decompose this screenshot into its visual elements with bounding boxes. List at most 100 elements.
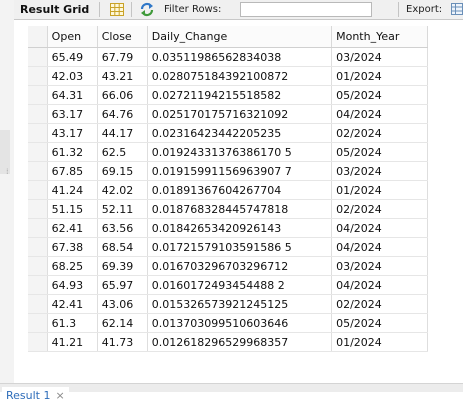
row-header[interactable]	[28, 47, 48, 67]
table-row[interactable]: 42.41 43.06 0.015326573921245125 02/2024	[28, 294, 428, 314]
month-year-cell[interactable]: 04/2024	[331, 218, 428, 238]
close-cell[interactable]: 44.17	[97, 123, 148, 143]
daily-change-cell[interactable]: 0.02721194215518582	[147, 85, 333, 105]
filter-rows-input[interactable]	[240, 2, 372, 17]
table-row[interactable]: 67.85 69.15 0.01915991156963907 7 03/2024	[28, 161, 428, 181]
close-cell[interactable]: 69.15	[97, 161, 148, 181]
daily-change-cell[interactable]: 0.013703099510603646	[147, 313, 333, 333]
row-header[interactable]	[28, 161, 48, 181]
month-year-cell[interactable]: 02/2024	[331, 123, 428, 143]
open-cell[interactable]: 41.24	[47, 180, 98, 200]
daily-change-cell[interactable]: 0.015326573921245125	[147, 294, 333, 314]
table-row[interactable]: 62.41 63.56 0.01842653420926143 04/2024	[28, 218, 428, 238]
month-year-cell[interactable]: 03/2024	[331, 47, 428, 67]
close-icon[interactable]: ×	[55, 389, 64, 402]
close-cell[interactable]: 68.54	[97, 237, 148, 257]
open-cell[interactable]: 51.15	[47, 199, 98, 219]
close-cell[interactable]: 64.76	[97, 104, 148, 124]
open-cell[interactable]: 41.21	[47, 332, 98, 352]
table-row[interactable]: 41.21 41.73 0.012618296529968357 01/2024	[28, 332, 428, 352]
open-cell[interactable]: 65.49	[47, 47, 98, 67]
close-cell[interactable]: 65.97	[97, 275, 148, 295]
month-year-cell[interactable]: 04/2024	[331, 275, 428, 295]
daily-change-cell[interactable]: 0.018768328445747818	[147, 199, 333, 219]
close-cell[interactable]: 66.06	[97, 85, 148, 105]
row-header[interactable]	[28, 180, 48, 200]
row-header[interactable]	[28, 294, 48, 314]
refresh-icon[interactable]	[139, 2, 155, 17]
row-header[interactable]	[28, 237, 48, 257]
daily-change-cell[interactable]: 0.0160172493454488 2	[147, 275, 333, 295]
open-cell[interactable]: 67.38	[47, 237, 98, 257]
month-year-cell[interactable]: 02/2024	[331, 199, 428, 219]
row-header[interactable]	[28, 332, 48, 352]
table-row[interactable]: 63.17 64.76 0.025170175716321092 04/2024	[28, 104, 428, 124]
open-cell[interactable]: 43.17	[47, 123, 98, 143]
month-year-cell[interactable]: 01/2024	[331, 66, 428, 86]
daily-change-cell[interactable]: 0.028075184392100872	[147, 66, 333, 86]
row-header[interactable]	[28, 85, 48, 105]
open-cell[interactable]: 67.85	[47, 161, 98, 181]
daily-change-cell[interactable]: 0.01915991156963907 7	[147, 161, 333, 181]
column-header-close[interactable]: Close	[97, 26, 148, 48]
row-header[interactable]	[28, 256, 48, 276]
close-cell[interactable]: 62.14	[97, 313, 148, 333]
month-year-cell[interactable]: 01/2024	[331, 180, 428, 200]
export-icon[interactable]	[451, 3, 463, 15]
month-year-cell[interactable]: 05/2024	[331, 142, 428, 162]
open-cell[interactable]: 42.03	[47, 66, 98, 86]
close-cell[interactable]: 43.21	[97, 66, 148, 86]
daily-change-cell[interactable]: 0.016703296703296712	[147, 256, 333, 276]
close-cell[interactable]: 62.5	[97, 142, 148, 162]
month-year-cell[interactable]: 03/2024	[331, 161, 428, 181]
daily-change-cell[interactable]: 0.01891367604267704	[147, 180, 333, 200]
close-cell[interactable]: 69.39	[97, 256, 148, 276]
table-row[interactable]: 42.03 43.21 0.028075184392100872 01/2024	[28, 66, 428, 86]
open-cell[interactable]: 61.3	[47, 313, 98, 333]
open-cell[interactable]: 42.41	[47, 294, 98, 314]
column-header-daily-change[interactable]: Daily_Change	[147, 26, 333, 48]
month-year-cell[interactable]: 05/2024	[331, 313, 428, 333]
row-header[interactable]	[28, 123, 48, 143]
daily-change-cell[interactable]: 0.01721579103591586 5	[147, 237, 333, 257]
row-header[interactable]	[28, 199, 48, 219]
table-row[interactable]: 43.17 44.17 0.02316423442205235 02/2024	[28, 123, 428, 143]
row-header[interactable]	[28, 275, 48, 295]
close-cell[interactable]: 42.02	[97, 180, 148, 200]
row-header[interactable]	[28, 142, 48, 162]
table-row[interactable]: 61.32 62.5 0.01924331376386170 5 05/2024	[28, 142, 428, 162]
close-cell[interactable]: 41.73	[97, 332, 148, 352]
row-header[interactable]	[28, 104, 48, 124]
close-cell[interactable]: 63.56	[97, 218, 148, 238]
open-cell[interactable]: 64.31	[47, 85, 98, 105]
result-grid-tab[interactable]: Result Grid	[20, 1, 89, 18]
daily-change-cell[interactable]: 0.01924331376386170 5	[147, 142, 333, 162]
result-tab[interactable]: Result 1 ×	[2, 387, 69, 404]
table-row[interactable]: 65.49 67.79 0.03511986562834038 03/2024	[28, 47, 428, 67]
table-row[interactable]: 67.38 68.54 0.01721579103591586 5 04/2024	[28, 237, 428, 257]
month-year-cell[interactable]: 03/2024	[331, 256, 428, 276]
open-cell[interactable]: 63.17	[47, 104, 98, 124]
daily-change-cell[interactable]: 0.01842653420926143	[147, 218, 333, 238]
month-year-cell[interactable]: 04/2024	[331, 237, 428, 257]
daily-change-cell[interactable]: 0.012618296529968357	[147, 332, 333, 352]
close-cell[interactable]: 43.06	[97, 294, 148, 314]
grid-icon[interactable]	[110, 3, 124, 16]
corner-cell[interactable]	[28, 26, 48, 48]
table-row[interactable]: 68.25 69.39 0.016703296703296712 03/2024	[28, 256, 428, 276]
open-cell[interactable]: 62.41	[47, 218, 98, 238]
resize-grip-icon[interactable]: ⁞	[6, 168, 9, 176]
month-year-cell[interactable]: 01/2024	[331, 332, 428, 352]
month-year-cell[interactable]: 05/2024	[331, 85, 428, 105]
row-header[interactable]	[28, 66, 48, 86]
row-header[interactable]	[28, 218, 48, 238]
column-header-month-year[interactable]: Month_Year	[331, 26, 428, 48]
table-row[interactable]: 51.15 52.11 0.018768328445747818 02/2024	[28, 199, 428, 219]
month-year-cell[interactable]: 02/2024	[331, 294, 428, 314]
month-year-cell[interactable]: 04/2024	[331, 104, 428, 124]
table-row[interactable]: 61.3 62.14 0.013703099510603646 05/2024	[28, 313, 428, 333]
open-cell[interactable]: 64.93	[47, 275, 98, 295]
row-header[interactable]	[28, 313, 48, 333]
open-cell[interactable]: 61.32	[47, 142, 98, 162]
column-header-open[interactable]: Open	[47, 26, 98, 48]
